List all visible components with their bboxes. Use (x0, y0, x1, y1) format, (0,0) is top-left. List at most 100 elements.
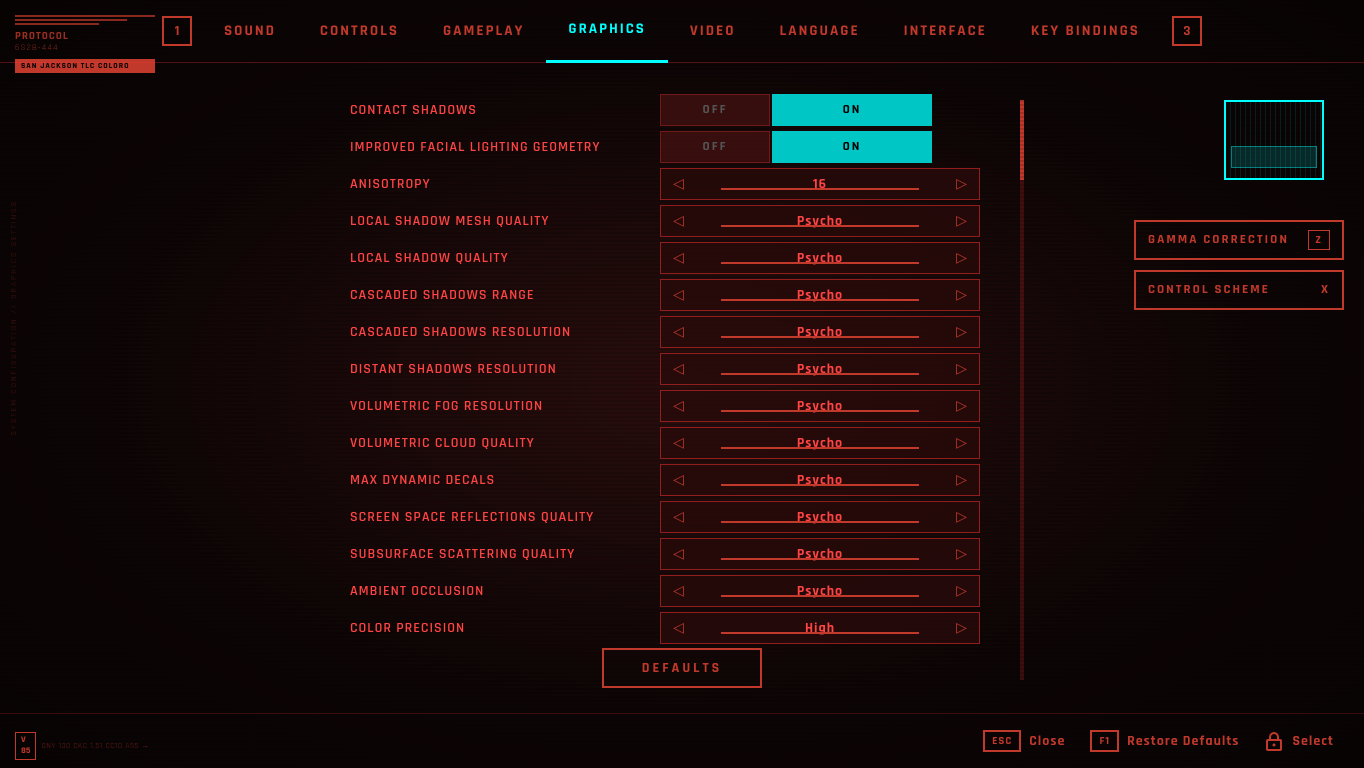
slider-left-vol-cloud[interactable]: ◁ (661, 428, 696, 458)
slider-text-color-precision: High (805, 619, 835, 637)
close-action[interactable]: ESC Close (983, 730, 1065, 752)
setting-label-distant-shadows: Distant Shadows Resolution (350, 360, 660, 378)
slider-bar-shadow-mesh (721, 225, 919, 227)
setting-row-anisotropy: Anisotropy ◁ 16 ▷ (350, 167, 1054, 201)
nav-sound[interactable]: SOUND (202, 0, 298, 63)
select-action[interactable]: Select (1264, 730, 1334, 752)
slider-distant-shadows: ◁ Psycho ▷ (660, 353, 980, 385)
setting-row-cascaded-res: Cascaded Shadows Resolution ◁ Psycho ▷ (350, 315, 1054, 349)
slider-cascaded-res: ◁ Psycho ▷ (660, 316, 980, 348)
slider-vol-fog: ◁ Psycho ▷ (660, 390, 980, 422)
slider-right-color-precision[interactable]: ▷ (944, 613, 979, 643)
slider-text-distant-shadows: Psycho (797, 360, 843, 378)
slider-right-ao[interactable]: ▷ (944, 576, 979, 606)
slider-shadow-quality: ◁ Psycho ▷ (660, 242, 980, 274)
badge-right: 3 (1172, 16, 1202, 46)
slider-left-color-precision[interactable]: ◁ (661, 613, 696, 643)
slider-left-anisotropy[interactable]: ◁ (661, 169, 696, 199)
slider-bar-color-precision (721, 632, 919, 634)
bottom-bar: V85 GNY 130 CKC 1.51 CC10 A55 → ESC Clos… (0, 713, 1364, 768)
setting-row-facial-lighting: Improved Facial Lighting Geometry OFF ON (350, 130, 1054, 164)
defaults-button[interactable]: DEFAULTS (602, 648, 762, 688)
slider-left-cascaded-res[interactable]: ◁ (661, 317, 696, 347)
control-scheme-button[interactable]: CONTROL SCHEME X (1134, 270, 1344, 310)
slider-value-shadow-mesh: Psycho (696, 212, 944, 230)
version-badge: V85 GNY 130 CKC 1.51 CC10 A55 → (15, 732, 150, 760)
setting-label-shadow-quality: Local Shadow Quality (350, 249, 660, 267)
lock-icon (1264, 730, 1284, 752)
slider-text-cascaded-res: Psycho (797, 323, 843, 341)
slider-left-ssr[interactable]: ◁ (661, 502, 696, 532)
slider-bar-vol-fog (721, 410, 919, 412)
slider-value-vol-fog: Psycho (696, 397, 944, 415)
setting-row-shadow-quality: Local Shadow Quality ◁ Psycho ▷ (350, 241, 1054, 275)
bottom-actions: ESC Close F1 Restore Defaults Select (983, 730, 1334, 752)
setting-label-facial-lighting: Improved Facial Lighting Geometry (350, 138, 660, 156)
slider-right-cascaded-range[interactable]: ▷ (944, 280, 979, 310)
slider-bar-cascaded-range (721, 299, 919, 301)
slider-left-distant-shadows[interactable]: ◁ (661, 354, 696, 384)
setting-label-cascaded-res: Cascaded Shadows Resolution (350, 323, 660, 341)
main-content: Contact Shadows OFF ON Improved Facial L… (200, 63, 1084, 708)
slider-left-sss[interactable]: ◁ (661, 539, 696, 569)
slider-left-shadow-mesh[interactable]: ◁ (661, 206, 696, 236)
nav-key-bindings[interactable]: KEY BINDINGS (1009, 0, 1162, 63)
slider-left-vol-fog[interactable]: ◁ (661, 391, 696, 421)
version-text: GNY 130 CKC 1.51 CC10 A55 → (41, 741, 149, 751)
slider-left-decals[interactable]: ◁ (661, 465, 696, 495)
slider-right-shadow-mesh[interactable]: ▷ (944, 206, 979, 236)
slider-value-distant-shadows: Psycho (696, 360, 944, 378)
right-panel: GAMMA CORRECTION Z CONTROL SCHEME X (1084, 0, 1364, 768)
slider-text-cascaded-range: Psycho (797, 286, 843, 304)
nav-interface[interactable]: INTERFACE (882, 0, 1009, 63)
setting-label-ssr: Screen Space Reflections Quality (350, 508, 660, 526)
slider-right-vol-cloud[interactable]: ▷ (944, 428, 979, 458)
gamma-correction-button[interactable]: GAMMA CORRECTION Z (1134, 220, 1344, 260)
slider-left-ao[interactable]: ◁ (661, 576, 696, 606)
toggle-facial-lighting: OFF ON (660, 131, 980, 163)
slider-right-sss[interactable]: ▷ (944, 539, 979, 569)
toggle-off-contact-shadows[interactable]: OFF (660, 94, 770, 126)
slider-bar-ao (721, 595, 919, 597)
slider-value-ssr: Psycho (696, 508, 944, 526)
slider-left-cascaded-range[interactable]: ◁ (661, 280, 696, 310)
nav-video[interactable]: VIDEO (668, 0, 758, 63)
slider-right-vol-fog[interactable]: ▷ (944, 391, 979, 421)
slider-right-ssr[interactable]: ▷ (944, 502, 979, 532)
toggle-off-facial-lighting[interactable]: OFF (660, 131, 770, 163)
slider-bar-anisotropy (721, 188, 919, 190)
slider-bar-shadow-quality (721, 262, 919, 264)
setting-label-ao: Ambient Occlusion (350, 582, 660, 600)
slider-value-cascaded-res: Psycho (696, 323, 944, 341)
slider-color-precision: ◁ High ▷ (660, 612, 980, 644)
toggle-on-contact-shadows[interactable]: ON (772, 94, 932, 126)
f1-key-icon: F1 (1090, 730, 1119, 752)
nav-gameplay[interactable]: GAMEPLAY (421, 0, 546, 63)
toggle-on-facial-lighting[interactable]: ON (772, 131, 932, 163)
setting-row-ao: Ambient Occlusion ◁ Psycho ▷ (350, 574, 1054, 608)
toggle-contact-shadows: OFF ON (660, 94, 980, 126)
setting-row-contact-shadows: Contact Shadows OFF ON (350, 93, 1054, 127)
setting-label-color-precision: Color Precision (350, 619, 660, 637)
slider-right-decals[interactable]: ▷ (944, 465, 979, 495)
slider-bar-distant-shadows (721, 373, 919, 375)
restore-defaults-action[interactable]: F1 Restore Defaults (1090, 730, 1239, 752)
setting-label-vol-fog: Volumetric Fog Resolution (350, 397, 660, 415)
slider-right-shadow-quality[interactable]: ▷ (944, 243, 979, 273)
setting-row-sss: Subsurface Scattering Quality ◁ Psycho ▷ (350, 537, 1054, 571)
nav-graphics[interactable]: GRAPHICS (546, 0, 668, 63)
corner-decoration (1214, 80, 1334, 200)
slider-right-anisotropy[interactable]: ▷ (944, 169, 979, 199)
slider-right-distant-shadows[interactable]: ▷ (944, 354, 979, 384)
slider-anisotropy: ◁ 16 ▷ (660, 168, 980, 200)
restore-label: Restore Defaults (1127, 732, 1239, 750)
badge-left: 1 (162, 16, 192, 46)
nav-language[interactable]: LANGUAGE (758, 0, 882, 63)
nav-controls[interactable]: CONTROLS (298, 0, 421, 63)
top-nav: 1 SOUND CONTROLS GAMEPLAY GRAPHICS VIDEO… (0, 0, 1364, 63)
slider-right-cascaded-res[interactable]: ▷ (944, 317, 979, 347)
slider-value-vol-cloud: Psycho (696, 434, 944, 452)
slider-left-shadow-quality[interactable]: ◁ (661, 243, 696, 273)
setting-row-vol-fog: Volumetric Fog Resolution ◁ Psycho ▷ (350, 389, 1054, 423)
slider-text-anisotropy: 16 (813, 175, 827, 193)
